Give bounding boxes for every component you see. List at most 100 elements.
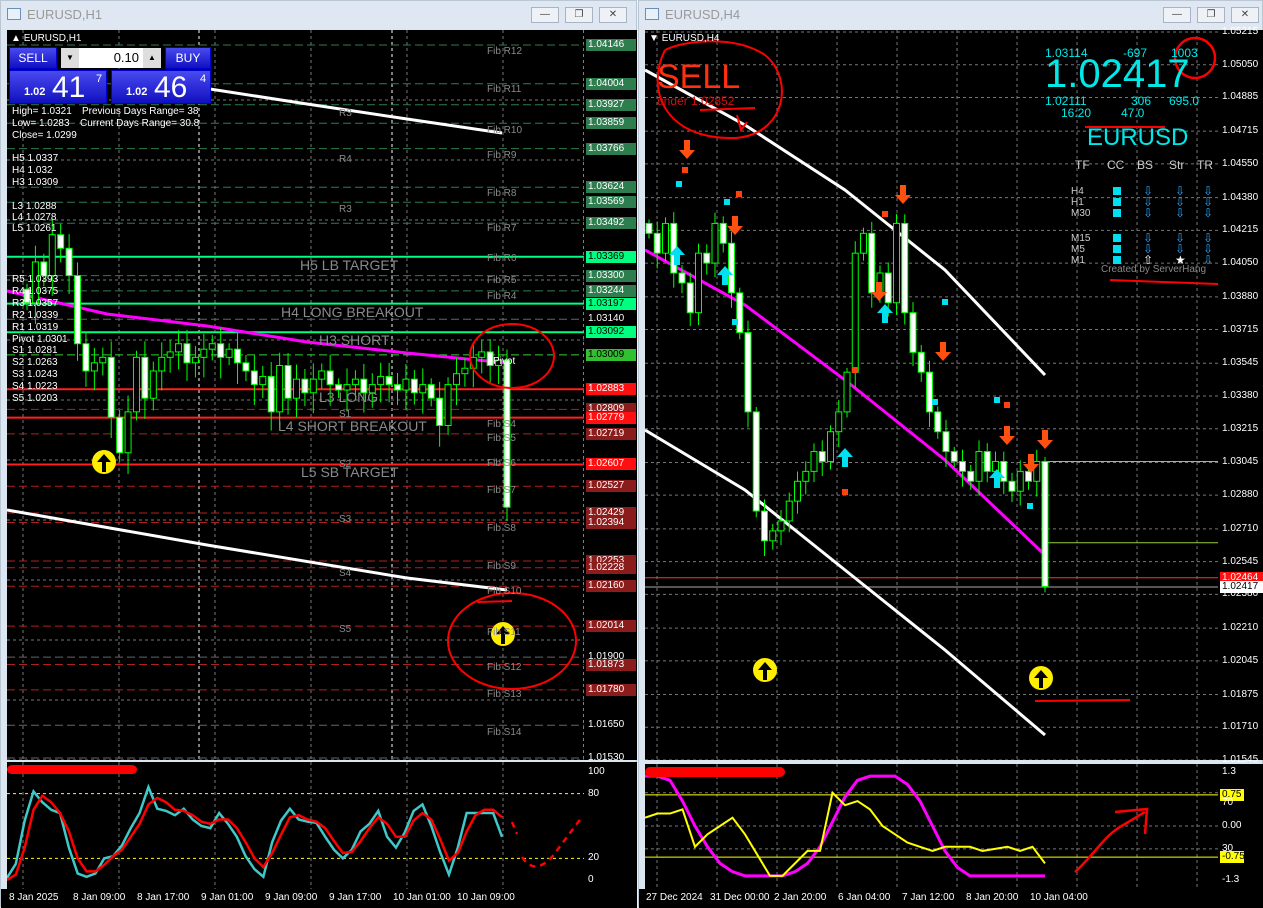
candle-body [276, 365, 284, 413]
candle-body [695, 252, 702, 314]
time-axis[interactable]: 8 Jan 2025 8 Jan 09:00 8 Jan 17:00 9 Jan 01… [1, 889, 637, 908]
price-label: 1.04146 [586, 39, 636, 51]
down-arrow-icon: ⇩ [1175, 206, 1186, 220]
target-label: L4 SHORT BREAKOUT [278, 418, 427, 434]
sell-annotation-text: SELL [657, 58, 741, 96]
info-adr: 695.0 [1169, 94, 1200, 108]
timeframe-label: M1 [1071, 255, 1085, 266]
price-axis[interactable]: 1.05215 1.05050 1.04885 1.04715 1.04550 1.043… [1218, 26, 1263, 765]
candle-body [662, 222, 669, 254]
candle-body [728, 242, 735, 294]
candle-body [645, 222, 653, 234]
price-chart[interactable]: ▲ EURUSD,H1 SELL ▼ 0.10 ▲ BUY 1.02 41 7 … [7, 30, 584, 760]
pivot-mark: S1 [339, 409, 352, 420]
annotation-curve [510, 816, 583, 868]
price-label: 1.01873 [586, 658, 636, 671]
annotation-underline [1109, 279, 1218, 285]
price-label: 1.03545 [1222, 357, 1259, 369]
candle-body [402, 378, 410, 391]
pivot-mark: S2 [339, 459, 352, 470]
candle-body [934, 411, 942, 433]
price-label: 1.04550 [1222, 157, 1259, 169]
price-label: 1.02394 [586, 516, 636, 529]
price-label: 1.03927 [586, 98, 636, 111]
price-label: 1.02160 [586, 580, 636, 593]
candle-body [452, 373, 460, 386]
restore-button[interactable]: ❐ [565, 7, 593, 23]
candle-body [427, 384, 435, 399]
stochastic-indicator[interactable] [7, 762, 584, 889]
candle-body [711, 222, 719, 264]
time-label: 31 Dec 00:00 [710, 892, 770, 903]
candle-body [893, 222, 900, 304]
candle-body [719, 222, 727, 244]
time-axis[interactable]: 27 Dec 2024 31 Dec 00:00 2 Jan 20:00 6 Jan … [639, 889, 1263, 908]
candle-body [478, 351, 486, 358]
candle-body [777, 520, 785, 532]
pivot-mark: S4 [339, 568, 352, 579]
symbol-text: EURUSD,H4 [661, 33, 720, 44]
price-label: 1.05050 [1222, 58, 1259, 70]
sell-button[interactable]: SELL [9, 47, 57, 69]
candle-body [959, 460, 966, 472]
cc-square-icon [1113, 256, 1121, 264]
fib-label: Fib S9 [487, 561, 516, 573]
redaction-mark [645, 767, 785, 777]
target-label: L3 LONG [319, 389, 379, 405]
candle-body [843, 371, 851, 413]
minimize-button[interactable]: — [1163, 7, 1191, 23]
current-price: 1.02417 [1045, 52, 1190, 96]
candle-body [703, 252, 711, 264]
sell-price[interactable]: 1.02 41 7 [9, 70, 107, 104]
pivot-mark: S3 [339, 514, 352, 525]
oscillator-indicator[interactable] [645, 764, 1218, 889]
restore-button[interactable]: ❐ [1197, 7, 1225, 23]
candle-body [1016, 470, 1024, 492]
time-label: 8 Jan 2025 [9, 892, 59, 903]
credit-text: Created by ServerHang [1101, 264, 1207, 275]
price-label: 1.03624 [586, 181, 636, 194]
candlestick-chart [7, 30, 584, 760]
price-label: 1.03197 [586, 297, 636, 310]
pivot-level: S1 1.0281 [12, 345, 58, 357]
signal-dot [994, 397, 1000, 403]
buy-price-fraction: 4 [200, 73, 207, 85]
candle-body [132, 356, 140, 413]
lot-size-input[interactable]: 0.10 [79, 48, 143, 68]
candle-body [74, 275, 82, 345]
price-label: 1.05215 [1222, 26, 1259, 37]
candle-body [351, 378, 359, 386]
annotation-arrow [1074, 807, 1149, 873]
candle-body [983, 451, 991, 472]
candle-body [744, 332, 752, 413]
annotation-line [476, 600, 513, 603]
camarilla-level: H4 1.032 [12, 165, 53, 176]
channel-line-lower [645, 428, 1046, 737]
lot-decrease-button[interactable]: ▼ [61, 48, 79, 68]
cc-square-icon [1113, 198, 1121, 206]
lot-increase-button[interactable]: ▲ [143, 48, 161, 68]
buy-button[interactable]: BUY [165, 47, 211, 69]
close-button[interactable]: ✕ [599, 7, 627, 23]
indicator-label: 80 [588, 787, 600, 799]
target-label: H5 LB TARGET [300, 257, 399, 273]
price-chart[interactable]: ▼ EURUSD,H4 SELL under 1.02852 1.03114 -… [645, 30, 1218, 760]
pivot-level: S2 1.0263 [12, 357, 58, 369]
candle-body [82, 343, 90, 372]
candle-body [301, 378, 309, 394]
signal-dot [732, 319, 738, 325]
minimize-button[interactable]: — [531, 7, 559, 23]
pivot-level: S3 1.0243 [12, 369, 58, 381]
price-label: 1.03092 [586, 326, 636, 339]
redaction-mark [7, 765, 137, 774]
candle-body [835, 411, 843, 433]
sell-under-text: under 1.02852 [657, 94, 735, 108]
candle-body [802, 470, 810, 482]
pivot-mark: R3 [339, 204, 352, 215]
indicator-label: 1.3 [1222, 766, 1236, 777]
close-button[interactable]: ✕ [1231, 7, 1259, 23]
buy-price[interactable]: 1.02 46 4 [111, 70, 211, 104]
price-axis[interactable]: 1.04146 1.04004 1.03927 1.03859 1.03766 1.036… [584, 30, 637, 763]
time-label: 6 Jan 04:00 [838, 892, 891, 903]
fib-label: Fib S10 [487, 585, 522, 597]
